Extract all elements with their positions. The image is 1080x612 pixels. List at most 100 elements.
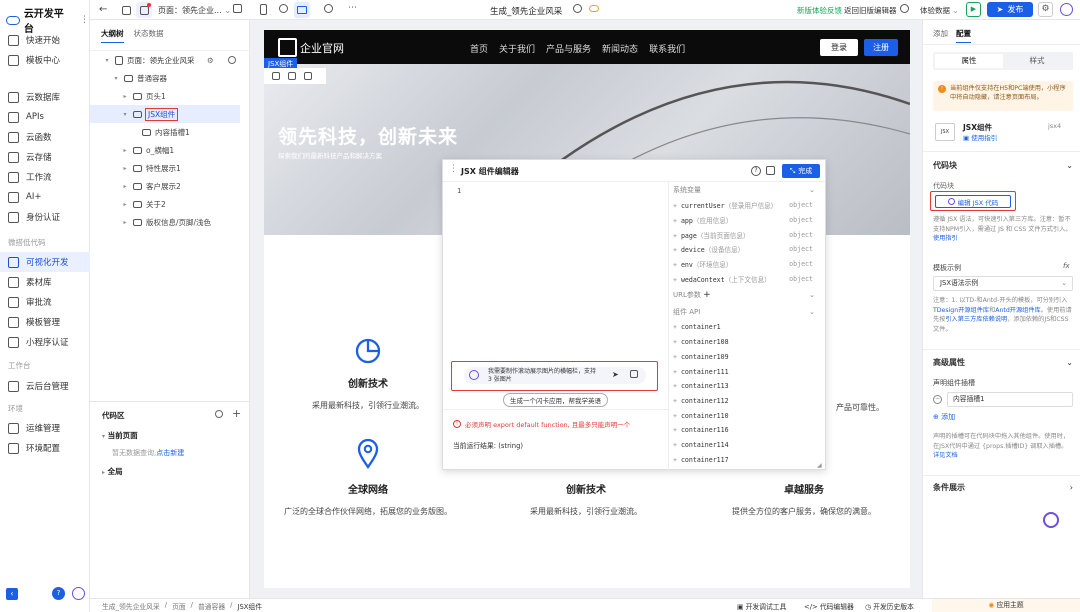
sidebar-item-admin[interactable]: 云后台管理 [0, 376, 90, 396]
container-item[interactable]: + container111 [673, 364, 823, 379]
tree-node[interactable]: ▾ 普通容器 [90, 69, 250, 87]
container-item[interactable]: + container112 [673, 394, 823, 409]
sidebar-item-ops[interactable]: 运维管理 [0, 418, 90, 438]
refresh-icon[interactable] [324, 4, 333, 16]
sys-var-item[interactable]: + page（当前页面信息） object [673, 227, 823, 242]
split-view-icon[interactable] [766, 166, 775, 178]
sidebar-item-api[interactable]: APIs [0, 107, 90, 127]
tree-node[interactable]: ▸ 关于2 [90, 195, 250, 213]
subtab-style[interactable]: 样式 [1003, 54, 1071, 68]
assistant-icon[interactable] [72, 587, 85, 600]
tree-node[interactable]: ▸ 页头1 [90, 87, 250, 105]
layout-icon[interactable] [118, 2, 134, 18]
data-select[interactable]: 体验数据 ⌄ [920, 5, 959, 16]
float-assistant-icon[interactable] [1043, 512, 1059, 528]
tree-node[interactable]: ▸ o_横幅1 [90, 141, 250, 159]
caret-icon[interactable]: ▾ [121, 111, 129, 118]
sidebar-item-env-config[interactable]: 环境配置 [0, 438, 90, 458]
page-select[interactable]: 页面：领先企业... ⌄ [158, 5, 231, 16]
add-slot-button[interactable]: ⊕ 添加 [933, 412, 955, 422]
history-icon[interactable] [630, 370, 638, 381]
fx-icon[interactable]: fx [1063, 262, 1070, 270]
sidebar-item-workflow[interactable]: 工作流 [0, 167, 90, 187]
create-query-link[interactable]: 点击新建 [156, 449, 184, 457]
caret-icon[interactable]: ▸ [121, 93, 129, 100]
docs-link[interactable]: 详见文档 [933, 452, 958, 459]
user-icon[interactable] [900, 4, 909, 16]
code-editor-button[interactable]: </> 代码编辑器 [804, 601, 854, 611]
tree-node[interactable]: 内容插槽1 [90, 123, 250, 141]
breadcrumb-item[interactable]: 普通容器 [198, 601, 225, 611]
sys-var-item[interactable]: + wedaContext（上下文信息） object [673, 271, 823, 286]
tab-config[interactable]: 配置 [956, 28, 971, 43]
code-guide-link[interactable]: 使用指引 [933, 235, 958, 242]
remove-slot-icon[interactable]: − [933, 395, 942, 404]
antd-link[interactable]: Antd开源组件库 [995, 307, 1040, 314]
duplicate-icon[interactable] [288, 72, 296, 80]
chevron-down-icon[interactable]: ⌄ [1066, 161, 1073, 170]
site-nav-item[interactable]: 联系我们 [649, 42, 685, 55]
drag-handle-icon[interactable]: ⋮ [449, 164, 458, 174]
tree-node[interactable]: ▸ 特性展示1 [90, 159, 250, 177]
caret-icon[interactable]: ▾ [112, 75, 120, 82]
help-icon[interactable]: ? [751, 166, 761, 176]
sys-var-item[interactable]: + app（应用信息） object [673, 213, 823, 228]
settings-icon[interactable]: ⚙ [1038, 2, 1053, 17]
sidebar-item-id-card[interactable]: 身份认证 [0, 207, 90, 227]
sys-var-item[interactable]: + device（设备信息） object [673, 242, 823, 257]
resize-handle-icon[interactable]: ◢ [817, 462, 822, 469]
more-icon[interactable]: ⋮ [80, 15, 89, 25]
container-item[interactable]: + container117 [673, 452, 823, 467]
assistant-top-icon[interactable] [1060, 3, 1073, 16]
tree-page-row[interactable]: ▾ 页面：领先企业风采 ⚙ [103, 51, 248, 69]
info-icon[interactable] [573, 4, 582, 16]
theme-button[interactable]: ◉ 应用主题 [932, 599, 1080, 612]
tree-node[interactable]: ▸ 版权信息/页脚/浅色 [90, 213, 250, 231]
template-select[interactable]: JSX语法示例 ⌄ [933, 276, 1073, 291]
container-item[interactable]: + container108 [673, 335, 823, 350]
site-logo-text[interactable]: 企业官网 [300, 40, 344, 56]
site-nav-item[interactable]: 产品与服务 [546, 42, 591, 55]
sidebar-item-approval[interactable]: 审批流 [0, 292, 90, 312]
sidebar-item-material[interactable]: 素材库 [0, 272, 90, 292]
caret-icon[interactable]: ▸ [121, 165, 129, 172]
caret-icon[interactable]: ▸ [121, 219, 129, 226]
copy-page-icon[interactable] [233, 4, 242, 16]
send-icon[interactable]: ➤ [612, 370, 619, 379]
collapse-button[interactable]: ‹ [6, 588, 18, 600]
codearea-search-icon[interactable] [215, 410, 223, 418]
mobile-view-icon[interactable] [260, 4, 267, 15]
publish-button[interactable]: ➤ 发布 [987, 2, 1033, 17]
breadcrumb-item[interactable]: 生成_领先企业风采 [102, 601, 160, 611]
sidebar-item-ai[interactable]: AI+ [0, 187, 90, 207]
ai-suggestion-chip[interactable]: 生成一个闪卡应用，帮我学英语 [503, 393, 608, 407]
current-page-node[interactable]: ▾ 当前页面 [102, 430, 138, 441]
chevron-down-icon[interactable]: ⌄ [809, 186, 815, 194]
page-manage-icon[interactable] [136, 2, 152, 18]
register-button[interactable]: 注册 [864, 39, 898, 56]
tdesign-link[interactable]: TDesign开源组件库 [933, 307, 989, 314]
tree-node[interactable]: ▸ 客户展示2 [90, 177, 250, 195]
sidebar-item-template-manage[interactable]: 模板管理 [0, 312, 90, 332]
edit-jsx-button[interactable]: 编辑 JSX 代码 [935, 195, 1011, 208]
preview-button[interactable]: ▶ [966, 2, 981, 17]
tab-outline[interactable]: 大纲树 [101, 28, 124, 43]
sidebar-item-rocket[interactable]: 快速开始 [0, 30, 90, 50]
sidebar-item-function[interactable]: 云函数 [0, 127, 90, 147]
breadcrumb-item[interactable]: 页面 [172, 601, 186, 611]
page-settings-icon[interactable]: ⚙ [207, 56, 214, 65]
tab-state-data[interactable]: 状态数据 [134, 28, 164, 43]
container-item[interactable]: + container1 [673, 320, 823, 335]
caret-icon[interactable]: ▸ [121, 201, 129, 208]
sidebar-item-miniapp-cert[interactable]: 小程序认证 [0, 332, 90, 352]
pc-view-icon[interactable] [294, 2, 310, 18]
sys-var-item[interactable]: + currentUser（登录用户信息） object [673, 198, 823, 213]
chevron-down-icon[interactable]: ⌄ [1066, 358, 1073, 367]
back-arrow-icon[interactable]: ← [99, 4, 107, 15]
save-icon[interactable] [272, 72, 280, 80]
chevron-right-icon[interactable]: › [1070, 483, 1073, 492]
login-button[interactable]: 登录 [820, 39, 858, 56]
sidebar-item-visual-dev[interactable]: 可视化开发 [0, 252, 90, 272]
container-item[interactable]: + container116 [673, 423, 823, 438]
caret-icon[interactable]: ▸ [121, 147, 129, 154]
